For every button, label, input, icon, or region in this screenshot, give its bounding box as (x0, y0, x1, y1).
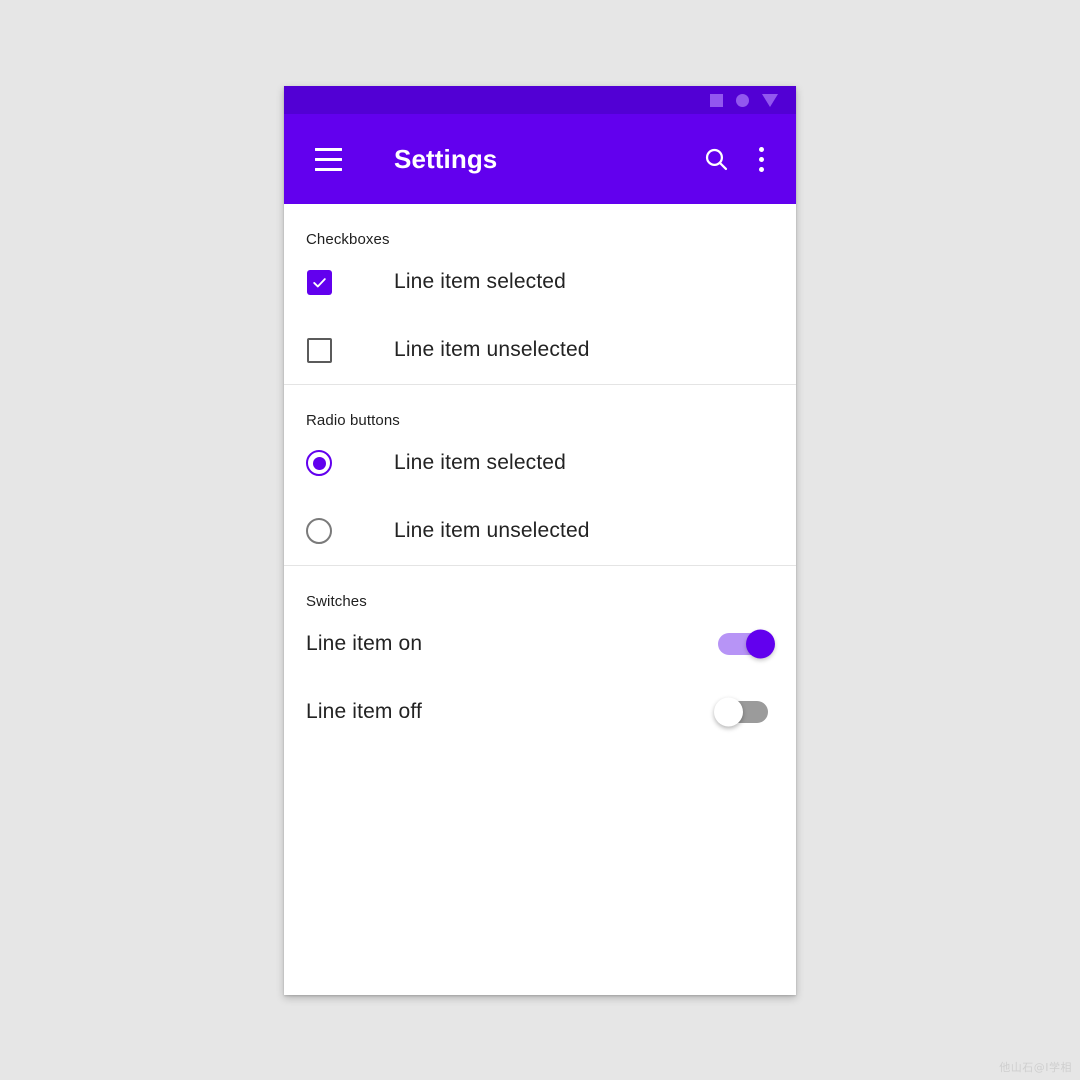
checkbox-checked-icon[interactable] (306, 269, 332, 295)
overflow-dot (758, 156, 764, 162)
section-switches: Switches Line item on Line item off (284, 565, 796, 746)
phone-screen: Settings Checkboxes Line item selected L… (284, 86, 796, 995)
overflow-dots (758, 144, 764, 174)
section-radio-buttons: Radio buttons Line item selected Line it… (284, 384, 796, 565)
list-item-label: Line item off (306, 700, 422, 723)
list-item[interactable]: Line item unselected (284, 316, 796, 384)
triangle-down-icon (762, 93, 778, 107)
radio-on-dot (312, 456, 326, 470)
watermark: 他山石@I学相 (999, 1061, 1072, 1074)
overflow-dot (758, 146, 764, 152)
status-bar (284, 86, 796, 114)
search-icon[interactable] (692, 135, 740, 183)
list-item-label: Line item selected (394, 270, 566, 293)
menu-line (314, 157, 342, 161)
menu-line (314, 147, 342, 151)
list-item-label: Line item unselected (394, 338, 590, 361)
checkbox-unchecked-icon[interactable] (306, 337, 332, 363)
radio-unselected-icon[interactable] (306, 518, 332, 544)
list-item-label: Line item on (306, 632, 423, 655)
radio-on-ring (306, 450, 332, 476)
section-checkboxes: Checkboxes Line item selected Line item … (284, 204, 796, 384)
overflow-dot (758, 166, 764, 172)
switch-off-toggle[interactable] (714, 697, 768, 727)
section-title-switches: Switches (306, 593, 367, 610)
section-title-radio-buttons: Radio buttons (306, 412, 400, 429)
list-item[interactable]: Line item selected (284, 429, 796, 497)
list-item[interactable]: Line item unselected (284, 497, 796, 565)
app-bar: Settings (284, 114, 796, 204)
checkbox-off-box (306, 337, 332, 363)
hamburger-menu-icon[interactable] (306, 137, 350, 181)
circle-icon (736, 93, 749, 107)
list-item-label: Line item unselected (394, 519, 590, 542)
checkbox-on-box (306, 269, 332, 295)
list-item[interactable]: Line item off (284, 678, 796, 746)
switch-thumb (714, 697, 743, 727)
list-item-label: Line item selected (394, 451, 566, 474)
switch-thumb (746, 629, 775, 659)
radio-off-ring (306, 518, 332, 544)
page-title: Settings (394, 143, 498, 174)
more-vertical-icon[interactable] (740, 135, 782, 183)
list-item[interactable]: Line item on (284, 610, 796, 678)
app-bar-actions (692, 114, 782, 204)
menu-line (314, 167, 342, 171)
square-icon (710, 93, 723, 107)
radio-selected-icon[interactable] (306, 450, 332, 476)
section-title-checkboxes: Checkboxes (306, 231, 390, 248)
switch-on-toggle[interactable] (718, 629, 775, 659)
list-item[interactable]: Line item selected (284, 248, 796, 316)
